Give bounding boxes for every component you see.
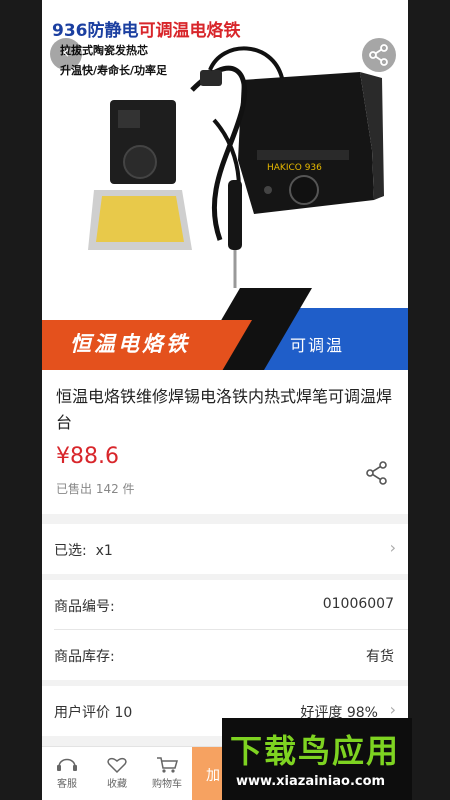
share-icon xyxy=(369,44,388,66)
chevron-right-icon: › xyxy=(389,538,396,557)
signal-indicators: ▪ ▪▮ ▪▮ ◠ xyxy=(58,6,117,17)
watermark-url: www.xiazainiao.com xyxy=(236,774,386,789)
stock-value: 有货 xyxy=(366,649,394,665)
product-code-row: 商品编号: 01006007 xyxy=(42,580,408,630)
stock-label: 商品库存: xyxy=(54,649,115,665)
nfc-icon: N xyxy=(329,5,337,17)
station-brand: HAKICO 936 xyxy=(267,163,322,173)
share-button[interactable] xyxy=(362,38,396,72)
product-info-card: 恒温电烙铁维修焊锡电洛铁内热式焊笔可调温焊台 ¥88.6 已售出 142 件 xyxy=(42,370,408,514)
selected-value: x1 xyxy=(95,543,113,559)
cart-button[interactable]: 购物车 xyxy=(142,753,192,790)
watermark-main: 下载鸟应用 xyxy=(230,732,401,770)
product-title: 恒温电烙铁维修焊锡电洛铁内热式焊笔可调温焊台 xyxy=(56,387,393,432)
product-image[interactable]: 936防静电可调温电烙铁 拉拔式陶瓷发热芯 升温快/寿命长/功率足 HAKICO… xyxy=(42,0,408,370)
watermark-logo: 下载鸟应用 www.xiazainiao.com xyxy=(222,718,412,800)
customer-service-button[interactable]: 客服 xyxy=(42,753,92,790)
banner-text-left: 恒温电烙铁 xyxy=(70,332,190,356)
product-price: ¥88.6 xyxy=(56,444,119,469)
sold-count: 已售出 142 件 xyxy=(56,482,135,496)
code-label: 商品编号: xyxy=(54,599,115,615)
soldering-station-illustration: HAKICO 936 xyxy=(88,46,384,288)
headset-icon xyxy=(57,758,77,771)
favorite-button[interactable]: 收藏 xyxy=(92,753,142,790)
vibrate-icon: ◫ xyxy=(341,5,352,17)
status-bar: ▪ ▪▮ ▪▮ ◠ N ◫ 85 9:50 xyxy=(42,0,408,24)
code-value: 01006007 xyxy=(322,596,394,612)
battery-icon: 85 xyxy=(356,5,373,17)
promo-banner: 恒温电烙铁 可调温 xyxy=(42,288,408,370)
heart-icon xyxy=(107,757,127,774)
status-time: 9:50 xyxy=(377,5,400,17)
back-button[interactable]: ‹ xyxy=(50,38,82,70)
share-icon[interactable] xyxy=(364,460,390,486)
banner-text-right: 可调温 xyxy=(290,336,345,355)
phone-screen: 936防静电可调温电烙铁 拉拔式陶瓷发热芯 升温快/寿命长/功率足 HAKICO… xyxy=(42,0,408,800)
selected-options-row[interactable]: 已选: x1 › xyxy=(42,524,408,574)
reviews-label: 用户评价 10 xyxy=(54,705,133,721)
cart-icon xyxy=(157,757,178,773)
stock-row: 商品库存: 有货 xyxy=(42,630,408,680)
selected-label: 已选: x1 xyxy=(54,543,113,559)
chevron-right-icon: › xyxy=(389,700,396,719)
